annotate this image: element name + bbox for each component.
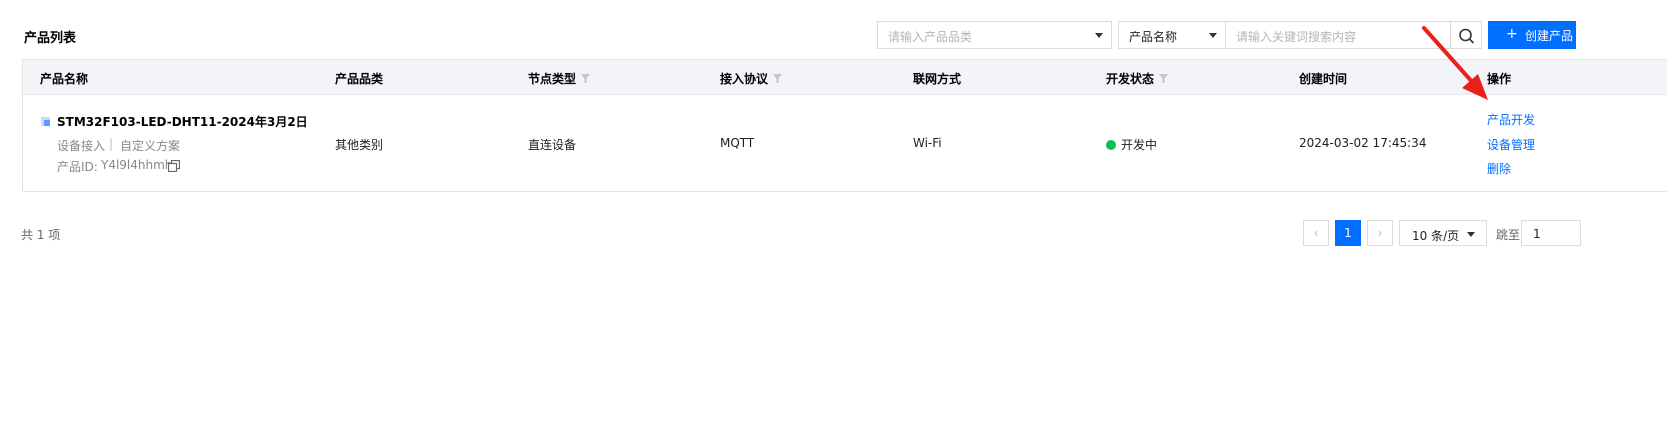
scheme-type: 自定义方案 [120,139,181,153]
product-id-label: 产品ID: [57,160,98,174]
column-header-protocol-label: 接入协议 [720,72,769,86]
column-header-dev-status-label: 开发状态 [1106,72,1155,86]
product-name[interactable]: STM32F103-LED-DHT11-2024年3月2日 [57,113,308,130]
chevron-left-icon: ‹ [1313,226,1319,240]
search-field-select[interactable]: 产品名称 [1118,21,1226,49]
product-square-icon [41,117,50,126]
prev-page-button[interactable]: ‹ [1303,220,1329,246]
copy-icon[interactable] [168,160,180,172]
column-header-node-type: 节点类型 [528,70,591,87]
caret-down-icon [1095,33,1103,38]
annotation-arrow-icon [1422,26,1488,100]
dev-status: 开发中 [1106,136,1157,153]
column-header-network: 联网方式 [913,72,962,86]
page-size-select[interactable]: 10 条/页 [1399,220,1487,246]
filter-icon[interactable] [773,74,783,83]
chevron-right-icon: › [1377,226,1383,240]
jump-page-value: 1 [1533,227,1541,241]
meta-separator: | [109,137,114,151]
create-product-label: 创建产品 [1525,29,1574,43]
search-input-placeholder: 请输入关键词搜索内容 [1236,30,1357,44]
device-manage-link[interactable]: 设备管理 [1487,136,1535,153]
column-header-product-name: 产品名称 [40,72,89,86]
filter-icon[interactable] [1159,74,1169,83]
total-count: 共 1 项 [21,228,61,242]
plus-icon: + [1506,26,1518,42]
column-header-category: 产品品类 [335,72,384,86]
access-protocol: MQTT [720,136,755,150]
create-product-button[interactable]: + 创建产品 [1488,21,1576,49]
jump-label: 跳至 [1496,228,1521,242]
dev-status-label: 开发中 [1121,138,1158,152]
product-id-value: Y4l9l4hhmh [101,158,173,172]
status-check-icon [1106,139,1116,150]
column-header-protocol: 接入协议 [720,70,783,87]
product-develop-link[interactable]: 产品开发 [1487,111,1535,128]
caret-down-icon [1467,232,1475,237]
product-category: 其他类别 [335,138,384,152]
column-header-node-type-label: 节点类型 [528,72,577,86]
column-header-dev-status: 开发状态 [1106,70,1169,87]
jump-page-input[interactable]: 1 [1521,220,1581,246]
page-title: 产品列表 [24,31,77,46]
page-size-value: 10 条/页 [1412,229,1460,243]
search-field-select-value: 产品名称 [1129,30,1178,44]
node-type: 直连设备 [528,138,577,152]
created-time: 2024-03-02 17:45:34 [1299,136,1427,150]
filter-icon[interactable] [581,74,591,83]
category-select[interactable]: 请输入产品品类 [877,21,1112,49]
caret-down-icon [1209,33,1217,38]
current-page-button[interactable]: 1 [1335,220,1361,246]
delete-link[interactable]: 删除 [1487,160,1511,177]
column-header-created-time: 创建时间 [1299,72,1348,86]
access-type: 设备接入 [57,139,106,153]
category-select-placeholder: 请输入产品品类 [888,30,973,44]
network-type: Wi-Fi [913,136,942,150]
next-page-button[interactable]: › [1367,220,1393,246]
